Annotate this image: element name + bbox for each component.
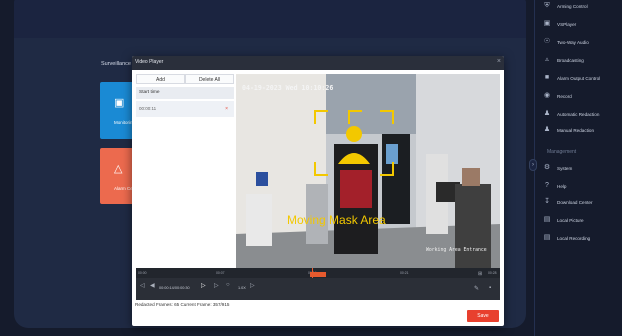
tile-monitoring[interactable]: ▣ Monitoring [100, 82, 136, 139]
playback-time: 00:00:14/00:00:30 [159, 286, 190, 290]
video-player-dialog: Video Player × Add Delete All Start time… [132, 56, 504, 326]
prev-frame-icon[interactable]: ◀ [150, 282, 155, 289]
redaction-marker[interactable] [310, 272, 326, 277]
trash-icon[interactable]: ▪ [489, 285, 491, 291]
stop-icon[interactable]: ○ [226, 282, 230, 288]
sidebar-item-local-recording[interactable]: ▤ Local Recording [543, 232, 591, 244]
list-header: Start time [136, 87, 234, 99]
player-icon: ▣ [543, 20, 551, 27]
next-segment-icon[interactable]: ▷ [250, 282, 255, 289]
sidebar-item-label: Record [557, 93, 572, 99]
help-icon: ? [545, 182, 549, 189]
sidebar-item-help[interactable]: ? Help [543, 180, 566, 192]
sidebar-item-label: Automatic Redaction [557, 111, 600, 117]
sidebar-item-record[interactable]: ◉ Record [543, 90, 572, 102]
sidebar-item-label: Alarm Output Control [557, 75, 601, 81]
timeline-tick: 00:28 [488, 271, 497, 275]
timeline-tick: 00:00 [138, 271, 147, 275]
playback-speed[interactable]: 1.0X [238, 286, 246, 290]
sidebar-item-label: Broadcasting [557, 57, 584, 63]
broadcast-icon: ▵ [545, 56, 549, 63]
sidebar-item-alarm-output-control[interactable]: ■ Alarm Output Control [543, 72, 600, 84]
play-icon[interactable]: ▷ [201, 282, 206, 289]
sidebar-item-local-picture[interactable]: ▤ Local Picture [543, 214, 584, 226]
playback-controls: 00:00 00:07 00:14 00:21 00:28 ◁ ◀ 00:00:… [136, 268, 500, 300]
sidebar-item-broadcasting[interactable]: ▵ Broadcasting [543, 54, 584, 66]
start-time-value: 00:00:11 [139, 106, 157, 111]
redaction-manual-icon: ♟ [543, 126, 551, 133]
video-frame[interactable]: 04-19-2023 Wed 10:10:26 Moving Mask Area… [236, 74, 500, 268]
tile-alarm-center[interactable]: △ Alarm Center [100, 148, 141, 204]
sidebar-item-label: Help [557, 183, 567, 189]
alarm-output-icon: ■ [544, 74, 550, 81]
prev-segment-icon[interactable]: ◁ [140, 282, 145, 289]
timeline-tick: 00:07 [216, 271, 225, 275]
timeline-tick: 00:21 [400, 271, 409, 275]
section-label: Surveillance [101, 61, 131, 67]
dialog-header: Video Player × [132, 56, 504, 70]
sidebar-section-title: Management [547, 149, 577, 155]
microphone-icon: ☉ [543, 38, 551, 45]
sidebar-item-label: System [557, 165, 573, 171]
close-icon[interactable]: × [497, 58, 501, 65]
sidebar-collapse-button[interactable]: › [529, 159, 537, 171]
right-sidebar: ⛨ Arming Control ▣ VSPlayer ☉ Two-Way Audio… [534, 0, 622, 336]
recording-icon: ▤ [543, 234, 551, 241]
mask-area-label: Moving Mask Area [287, 213, 386, 227]
dialog-title: Video Player [135, 59, 164, 65]
redaction-auto-icon: ♟ [543, 110, 551, 117]
sidebar-item-label: Local Picture [557, 217, 584, 223]
next-frame-icon[interactable]: ▷ [214, 282, 219, 289]
sidebar-item-two-way-audio[interactable]: ☉ Two-Way Audio [543, 36, 589, 48]
redaction-status: Redacted Frames: 65 Current Frame: 357/9… [135, 302, 230, 307]
sidebar-item-label: Two-Way Audio [557, 39, 589, 45]
entrance-label: Working Area Entrance [426, 248, 487, 253]
bell-icon: △ [114, 163, 123, 175]
sidebar-item-vsplayer[interactable]: ▣ VSPlayer [543, 18, 576, 30]
video-scene [236, 74, 500, 268]
video-timestamp: 04-19-2023 Wed 10:10:26 [242, 84, 334, 92]
add-button[interactable]: Add [136, 74, 185, 84]
sidebar-item-automatic-redaction[interactable]: ♟ Automatic Redaction [543, 108, 600, 120]
save-button[interactable]: Save [467, 310, 499, 322]
sidebar-item-label: Arming Control [557, 3, 588, 9]
shield-icon: ⛨ [544, 2, 550, 9]
sidebar-item-download-center[interactable]: ↧ Download Center [543, 196, 593, 208]
sidebar-item-label: Download Center [557, 199, 593, 205]
timeline-bar[interactable]: 00:00 00:07 00:14 00:21 00:28 [136, 268, 500, 278]
sidebar-item-system[interactable]: ⚙ System [543, 162, 572, 174]
segment-list-panel: Add Delete All Start time 00:00:11 × [136, 74, 234, 258]
panel-header [14, 0, 526, 38]
system-icon: ⚙ [543, 164, 551, 171]
sidebar-item-arming-control[interactable]: ⛨ Arming Control [543, 0, 588, 12]
sidebar-item-manual-redaction[interactable]: ♟ Manual Redaction [543, 124, 594, 136]
list-item[interactable]: 00:00:11 × [136, 101, 234, 117]
delete-icon[interactable]: × [225, 101, 228, 117]
zoom-icon[interactable]: ⊞ [478, 271, 482, 277]
download-icon: ↧ [544, 198, 550, 205]
edit-icon[interactable]: ✎ [474, 285, 479, 292]
delete-all-button[interactable]: Delete All [185, 74, 234, 84]
picture-icon: ▤ [543, 216, 551, 223]
record-icon: ◉ [543, 92, 551, 99]
sidebar-item-label: Manual Redaction [557, 127, 595, 133]
sidebar-item-label: Local Recording [557, 235, 591, 241]
sidebar-item-label: VSPlayer [557, 21, 577, 27]
monitor-icon: ▣ [114, 97, 125, 109]
